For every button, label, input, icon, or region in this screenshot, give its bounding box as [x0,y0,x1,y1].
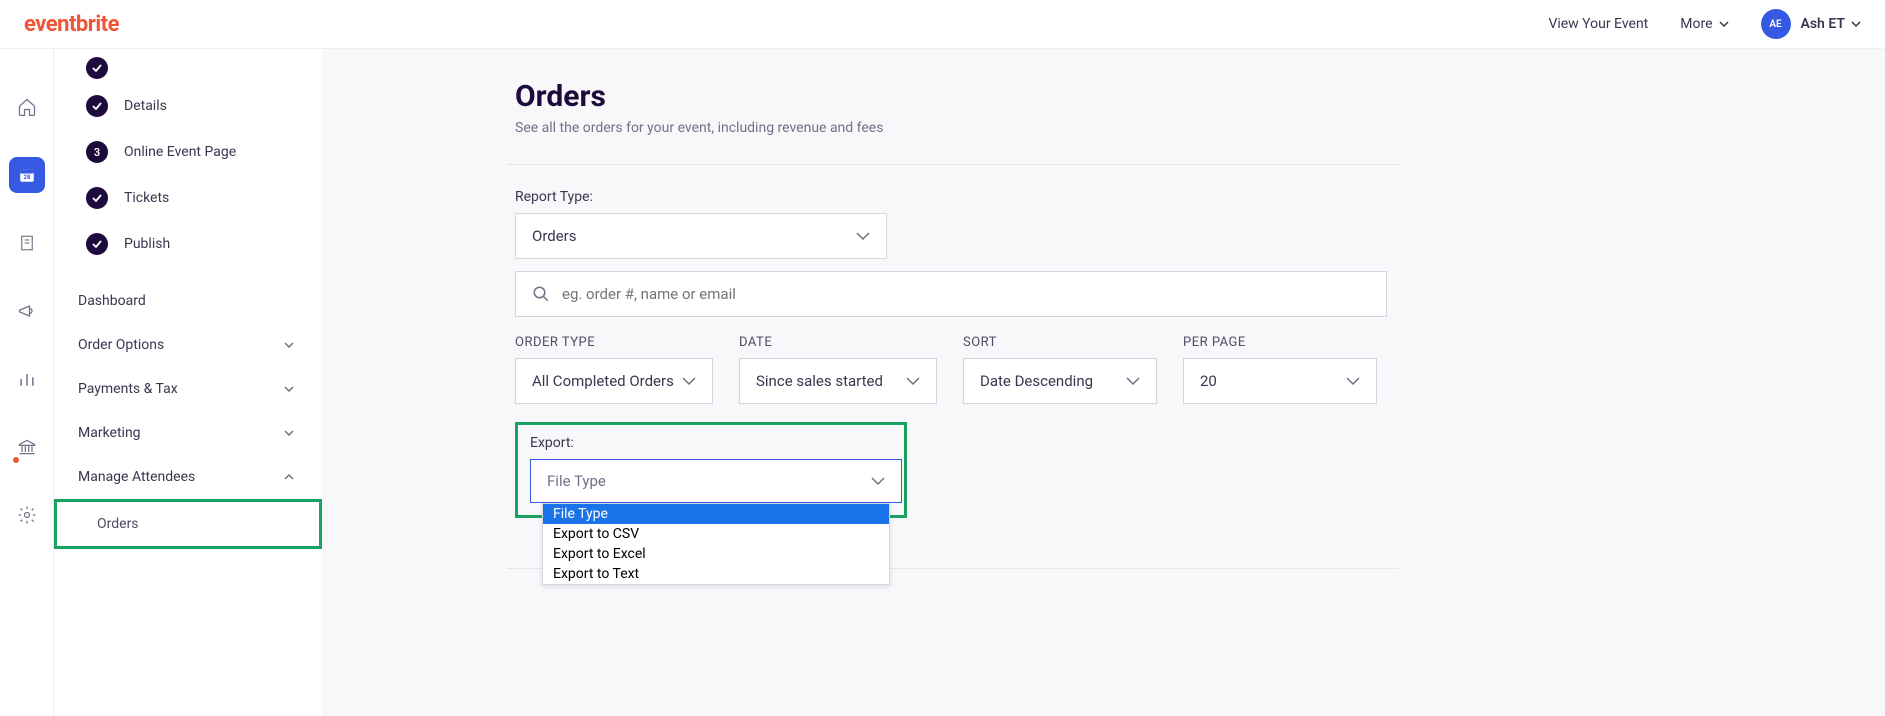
sidebar-item-online-event-page[interactable]: 3 Online Event Page [54,129,322,175]
search-icon [532,285,550,303]
sidebar-collapsible-label: Marketing [78,425,141,441]
svg-text:28: 28 [23,174,30,181]
sidebar-marketing[interactable]: Marketing [54,411,322,455]
sidebar-item-label: Details [124,98,167,114]
notification-dot [13,457,19,463]
chevron-down-icon [1851,21,1861,27]
logo[interactable]: eventbrite [24,12,119,37]
more-menu[interactable]: More [1664,16,1744,32]
more-label: More [1680,16,1712,32]
export-placeholder: File Type [547,472,606,490]
order-type-label: ORDER TYPE [515,335,713,350]
sidebar-item-tickets[interactable]: Tickets [54,175,322,221]
page-subtitle: See all the orders for your event, inclu… [515,120,1885,136]
sidebar-collapsible-label: Payments & Tax [78,381,178,397]
count-badge: 3 [86,141,108,163]
sort-select[interactable]: Date Descending [963,358,1157,404]
date-label: DATE [739,335,937,350]
calendar-icon[interactable]: 28 [9,157,45,193]
sidebar-sublink-label: Orders [97,516,139,532]
per-page-select[interactable]: 20 [1183,358,1377,404]
gear-icon[interactable] [9,497,45,533]
chart-icon[interactable] [9,361,45,397]
divider [507,164,1399,165]
check-icon [86,57,108,79]
bank-icon[interactable] [9,429,45,465]
home-icon[interactable] [9,89,45,125]
sidebar-collapsible-label: Manage Attendees [78,469,195,485]
sort-label: SORT [963,335,1157,350]
report-type-value: Orders [532,227,577,245]
sidebar-manage-attendees[interactable]: Manage Attendees [54,455,322,499]
export-dropdown: File Type Export to CSV Export to Excel … [542,503,890,585]
chevron-down-icon [1719,21,1729,27]
page-title: Orders [515,79,1885,114]
chevron-down-icon [284,342,294,348]
export-select[interactable]: File Type [530,459,902,503]
date-select[interactable]: Since sales started [739,358,937,404]
dropdown-item-excel[interactable]: Export to Excel [543,544,889,564]
search-box[interactable] [515,271,1387,317]
chevron-down-icon [906,377,920,385]
export-label: Export: [530,435,892,451]
main-content: Orders See all the orders for your event… [322,49,1885,716]
check-icon [86,187,108,209]
sidebar-item-label: Online Event Page [124,144,236,160]
iconbar: 28 [0,49,54,716]
chevron-down-icon [856,232,870,240]
report-type-select[interactable]: Orders [515,213,887,259]
report-type-label: Report Type: [515,189,1885,205]
filters-row: ORDER TYPE All Completed Orders DATE Sin… [515,335,1885,404]
header: eventbrite View Your Event More AE Ash E… [0,0,1885,49]
sidebar-top-check[interactable] [54,57,322,83]
receipt-icon[interactable] [9,225,45,261]
user-name-label: Ash ET [1801,16,1845,32]
avatar[interactable]: AE [1761,9,1791,39]
chevron-down-icon [284,430,294,436]
sidebar-dashboard[interactable]: Dashboard [54,279,322,323]
megaphone-icon[interactable] [9,293,45,329]
sort-value: Date Descending [980,372,1093,390]
sidebar-collapsible-label: Dashboard [78,293,146,309]
chevron-up-icon [284,474,294,480]
export-section: Export: File Type File Type Export to CS… [515,422,907,518]
sidebar-order-options[interactable]: Order Options [54,323,322,367]
sidebar-item-publish[interactable]: Publish [54,221,322,267]
user-menu[interactable]: Ash ET [1801,16,1861,32]
view-your-event-label: View Your Event [1548,16,1648,32]
per-page-value: 20 [1200,372,1217,390]
chevron-down-icon [1346,377,1360,385]
sidebar: Details 3 Online Event Page Tickets Publ… [54,49,322,716]
dropdown-item-text[interactable]: Export to Text [543,564,889,584]
chevron-down-icon [871,477,885,485]
sidebar-item-label: Publish [124,236,170,252]
order-type-value: All Completed Orders [532,372,674,390]
sidebar-item-label: Tickets [124,190,169,206]
dropdown-item-csv[interactable]: Export to CSV [543,524,889,544]
sidebar-item-details[interactable]: Details [54,83,322,129]
sidebar-collapsible-label: Order Options [78,337,164,353]
order-type-select[interactable]: All Completed Orders [515,358,713,404]
sidebar-sublink-orders[interactable]: Orders [54,499,322,549]
chevron-down-icon [682,377,696,385]
sidebar-payments-tax[interactable]: Payments & Tax [54,367,322,411]
check-icon [86,233,108,255]
view-your-event-link[interactable]: View Your Event [1532,16,1664,32]
search-input[interactable] [562,285,1370,303]
chevron-down-icon [1126,377,1140,385]
per-page-label: PER PAGE [1183,335,1377,350]
chevron-down-icon [284,386,294,392]
date-value: Since sales started [756,372,883,390]
dropdown-item-file-type[interactable]: File Type [543,504,889,524]
check-icon [86,95,108,117]
